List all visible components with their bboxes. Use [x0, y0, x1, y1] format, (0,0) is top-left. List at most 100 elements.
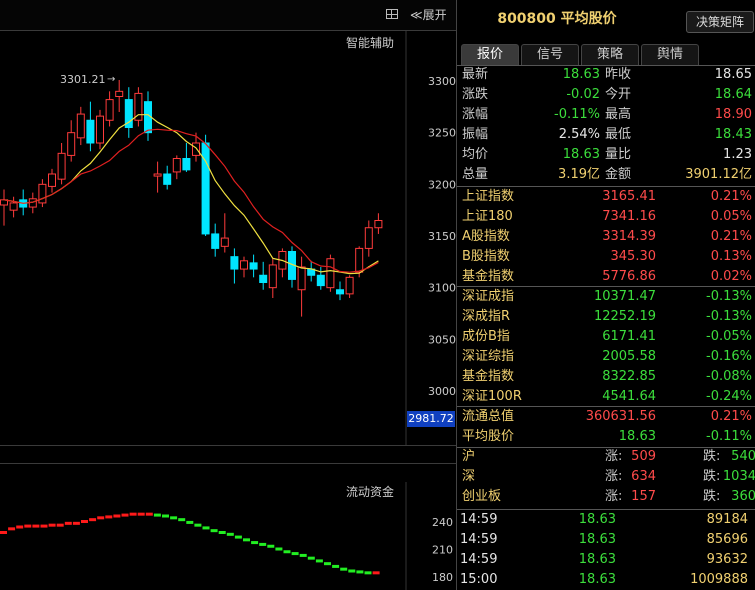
- down-label: 跌:: [703, 449, 721, 464]
- index-row[interactable]: 深证100R 4541.64 -0.24%: [457, 387, 755, 407]
- breadth-row[interactable]: 深 涨: 634 跌: 1034: [457, 467, 755, 487]
- fund-flow-label[interactable]: 流动资金: [346, 484, 394, 499]
- flow-bar: [275, 547, 283, 551]
- kline-chart[interactable]: 智能辅助 3300 3250 3200 3150 3100 3050 3000 3301.2…: [0, 31, 456, 445]
- tab-strategy[interactable]: 策略: [581, 44, 639, 65]
- candle-body: [96, 115, 104, 144]
- candle-body: [374, 220, 383, 229]
- up-count: 509: [631, 449, 656, 464]
- candle-body: [259, 274, 268, 283]
- quote-row[interactable]: 最新 18.63 昨收 18.65: [457, 65, 755, 85]
- fund-flow-chart[interactable]: 流动资金 240 210 180: [0, 482, 456, 590]
- quote-label: 涨幅: [462, 107, 489, 122]
- flow-bar: [210, 529, 218, 533]
- candle-body: [297, 266, 306, 291]
- flow-bar: [121, 513, 129, 517]
- index-change: 0.21%: [710, 409, 752, 424]
- down-count: 540: [731, 449, 755, 464]
- quote-value: -0.11%: [554, 107, 600, 122]
- candle-body: [67, 132, 76, 156]
- flow-bar: [32, 524, 40, 528]
- up-count: 634: [631, 469, 656, 484]
- candle-body: [86, 119, 95, 144]
- quote-row[interactable]: 涨跌 -0.02 今开 18.64: [457, 85, 755, 105]
- index-change: 0.13%: [710, 249, 752, 264]
- index-row[interactable]: 上证180 7341.16 0.05%: [457, 207, 755, 227]
- flow-bar: [8, 527, 16, 531]
- tick-row[interactable]: 14:59 18.63 89184: [457, 510, 755, 530]
- quote-value: 2.54%: [558, 127, 600, 142]
- up-count: 157: [631, 489, 656, 504]
- quote-label: 最高: [605, 107, 632, 122]
- candle-body: [163, 173, 172, 185]
- market-name: 沪: [462, 449, 476, 464]
- decision-matrix-button[interactable]: 决策矩阵: [686, 11, 754, 33]
- flow-bar: [64, 521, 72, 525]
- expand-button[interactable]: ≪展开: [410, 6, 447, 23]
- index-row[interactable]: 基金指数 8322.85 -0.08%: [457, 367, 755, 387]
- tab-sentiment[interactable]: 舆情: [641, 44, 699, 65]
- down-label: 跌:: [703, 469, 721, 484]
- index-row[interactable]: A股指数 3314.39 0.21%: [457, 227, 755, 247]
- index-value: 8322.85: [602, 369, 656, 384]
- index-value: 10371.47: [593, 289, 656, 304]
- candle-body: [364, 227, 373, 249]
- index-row[interactable]: B股指数 345.30 0.13%: [457, 247, 755, 267]
- index-change: -0.11%: [706, 429, 752, 444]
- index-row[interactable]: 深成指R 12252.19 -0.13%: [457, 307, 755, 327]
- quote-value: 18.65: [714, 67, 752, 82]
- index-name: 深证成指: [462, 289, 515, 304]
- quote-value: 3901.12亿: [685, 167, 752, 182]
- flow-bar: [218, 531, 226, 534]
- quote-row[interactable]: 均价 18.63 量比 1.23: [457, 145, 755, 165]
- quote-label: 量比: [605, 147, 632, 162]
- quote-row[interactable]: 总量 3.19亿 金额 3901.12亿: [457, 165, 755, 185]
- flow-y-tick-label: 180: [432, 571, 453, 584]
- index-row[interactable]: 上证指数 3165.41 0.21%: [457, 187, 755, 207]
- tab-quote[interactable]: 报价: [461, 44, 519, 65]
- index-row[interactable]: 成份B指 6171.41 -0.05%: [457, 327, 755, 347]
- y-tick-label: 3200: [428, 178, 456, 191]
- layout-grid-icon[interactable]: [386, 9, 398, 19]
- quote-label: 均价: [462, 147, 489, 162]
- tab-signal[interactable]: 信号: [521, 44, 579, 65]
- flow-bar: [202, 526, 210, 530]
- tick-price: 18.63: [578, 512, 616, 527]
- tick-row[interactable]: 14:59 18.63 85696: [457, 530, 755, 550]
- quote-row[interactable]: 振幅 2.54% 最低 18.43: [457, 125, 755, 145]
- index-row[interactable]: 基金指数 5776.86 0.02%: [457, 267, 755, 287]
- tick-price: 18.63: [578, 552, 616, 567]
- index-value: 6171.41: [602, 329, 656, 344]
- tick-volume: 93632: [706, 552, 748, 567]
- tick-row[interactable]: 15:00 18.63 1009888: [457, 570, 755, 590]
- quote-label: 最新: [462, 67, 489, 82]
- y-tick-label: 3250: [428, 127, 456, 140]
- index-row[interactable]: 深证成指 10371.47 -0.13%: [457, 287, 755, 307]
- flow-y-tick-label: 240: [432, 516, 453, 529]
- quote-value: 18.63: [562, 67, 600, 82]
- quote-row[interactable]: 涨幅 -0.11% 最高 18.90: [457, 105, 755, 125]
- quote-value: 18.90: [714, 107, 752, 122]
- index-change: 0.02%: [710, 269, 752, 284]
- flow-bar: [186, 520, 194, 524]
- index-row[interactable]: 平均股价 18.63 -0.11%: [457, 427, 755, 447]
- index-value: 3165.41: [602, 189, 656, 204]
- index-value: 345.30: [610, 249, 657, 264]
- index-row[interactable]: 流通总值 360631.56 0.21%: [457, 407, 755, 427]
- flow-bar: [81, 520, 88, 523]
- market-name: 深: [462, 469, 476, 484]
- flow-bar: [145, 512, 153, 516]
- quote-label: 今开: [605, 87, 632, 102]
- index-change: 0.21%: [710, 189, 752, 204]
- breadth-row[interactable]: 沪 涨: 509 跌: 540: [457, 447, 755, 467]
- index-row[interactable]: 深证综指 2005.58 -0.16%: [457, 347, 755, 367]
- divider: [0, 463, 456, 464]
- flow-bar: [178, 518, 186, 522]
- candle-body: [48, 173, 56, 187]
- indicator-label[interactable]: 智能辅助: [346, 35, 394, 50]
- ma-long-line: [3, 128, 379, 273]
- tick-row[interactable]: 14:59 18.63 93632: [457, 550, 755, 570]
- breadth-row[interactable]: 创业板 涨: 157 跌: 360: [457, 487, 755, 507]
- flow-bar: [170, 516, 178, 520]
- flow-bar: [226, 532, 234, 536]
